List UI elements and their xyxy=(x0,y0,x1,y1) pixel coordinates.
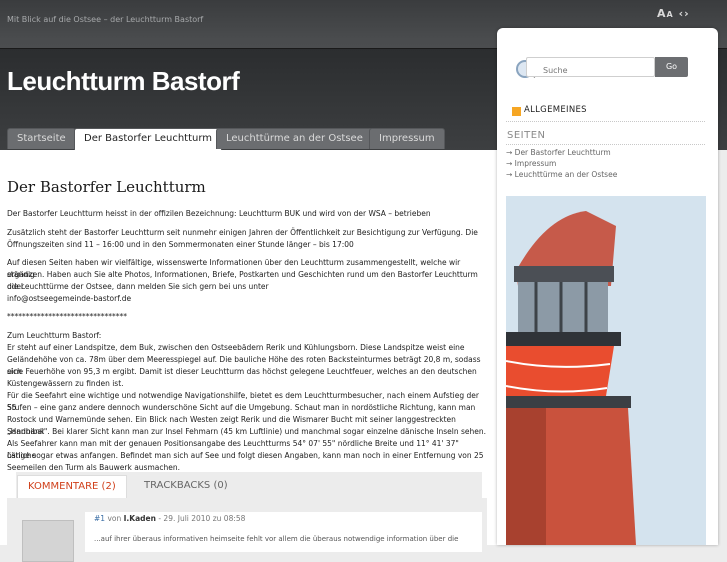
comment-tabs: KOMMENTARE (2) TRACKBACKS (0) xyxy=(16,472,482,498)
comment-text: ...auf ihrer überaus informativen heimse… xyxy=(94,535,459,543)
tab-leuchttuerme-an-der-ostsee[interactable]: Leuchttürme an der Ostsee xyxy=(216,128,373,149)
post-title[interactable]: Der Bastorfer Leuchtturm xyxy=(7,178,206,196)
post-line: Zum Leuchtturm Bastorf: xyxy=(7,331,102,340)
site-tagline: Mit Blick auf die Ostsee – der Leuchttur… xyxy=(7,15,204,24)
tab-impressum[interactable]: Impressum xyxy=(369,128,445,149)
search-button[interactable]: Go xyxy=(655,57,688,77)
seiten-heading: SEITEN xyxy=(507,130,546,141)
page-link-label[interactable]: Impressum xyxy=(515,159,557,168)
post-line: Er steht auf einer Landspitze, dem Buk, … xyxy=(7,343,465,352)
arrow-right-icon: → xyxy=(506,159,515,168)
site-title[interactable]: Leuchtturm Bastorf xyxy=(7,66,240,97)
category-allgemeines[interactable]: ALLGEMEINES xyxy=(524,105,587,115)
page-link-bastorfer-leuchtturm[interactable]: → Der Bastorfer Leuchtturm xyxy=(506,148,611,157)
font-size-small-icon[interactable]: A xyxy=(667,10,674,19)
category-icon xyxy=(512,107,521,116)
tab-startseite[interactable]: Startseite xyxy=(7,128,76,149)
comment-number[interactable]: #1 xyxy=(94,514,105,523)
tab-kommentare[interactable]: KOMMENTARE (2) xyxy=(17,475,127,498)
post-line: „Hannibal". Bei klarer Sicht kann man zu… xyxy=(7,427,487,436)
post-line: Küstengewässern zu finden ist. xyxy=(7,379,124,388)
comment-by: von xyxy=(107,514,122,523)
post-line: Öffnungszeiten sind 11 – 16:00 und in de… xyxy=(7,240,354,249)
post-line: die Leuchttürme der Ostsee, dann melden … xyxy=(7,282,269,291)
comment-date: - 29. Juli 2010 zu 08:58 xyxy=(158,514,246,523)
tab-der-bastorfer-leuchtturm[interactable]: Der Bastorfer Leuchtturm xyxy=(74,128,223,151)
search-input[interactable] xyxy=(541,61,655,80)
divider xyxy=(506,121,705,122)
post-line: Länge sogar etwas anfangen. Befindet man… xyxy=(7,451,484,460)
arrow-right-icon: → xyxy=(506,148,515,157)
avatar xyxy=(22,520,74,562)
search-field[interactable] xyxy=(526,57,655,80)
post-line: Stufen – eine ganz andere dennoch wunder… xyxy=(7,403,476,412)
divider xyxy=(506,144,705,145)
page-link-label[interactable]: Der Bastorfer Leuchtturm xyxy=(515,148,611,157)
comment-author[interactable]: I.Kaden xyxy=(124,514,156,523)
font-size-icon[interactable]: A xyxy=(657,7,667,20)
separator-stars: ******************************** xyxy=(7,312,127,321)
font-size-control[interactable]: AA ‹› xyxy=(657,7,690,20)
page-link-leuchttuerme-ostsee[interactable]: → Leuchttürme an der Ostsee xyxy=(506,170,617,179)
comment-meta: #1 von I.Kaden - 29. Juli 2010 zu 08:58 xyxy=(94,514,245,523)
post-line: eine Feuerhöhe von 95,3 m ergibt. Damit … xyxy=(7,367,477,376)
tab-trackbacks[interactable]: TRACKBACKS (0) xyxy=(134,475,238,497)
arrow-right-icon: → xyxy=(506,170,515,179)
lighthouse-image xyxy=(506,196,706,545)
chevron-right-icon[interactable]: › xyxy=(684,7,690,20)
page-link-label[interactable]: Leuchttürme an der Ostsee xyxy=(515,170,618,179)
page-link-impressum[interactable]: → Impressum xyxy=(506,159,556,168)
post-paragraph: Der Bastorfer Leuchtturm heisst in der o… xyxy=(7,209,431,218)
lighthouse-photo xyxy=(506,196,706,545)
post-line: Zusätzlich steht der Bastorfer Leuchttur… xyxy=(7,228,478,237)
email-link[interactable]: info@ostseegemeinde-bastorf.de xyxy=(7,293,487,305)
